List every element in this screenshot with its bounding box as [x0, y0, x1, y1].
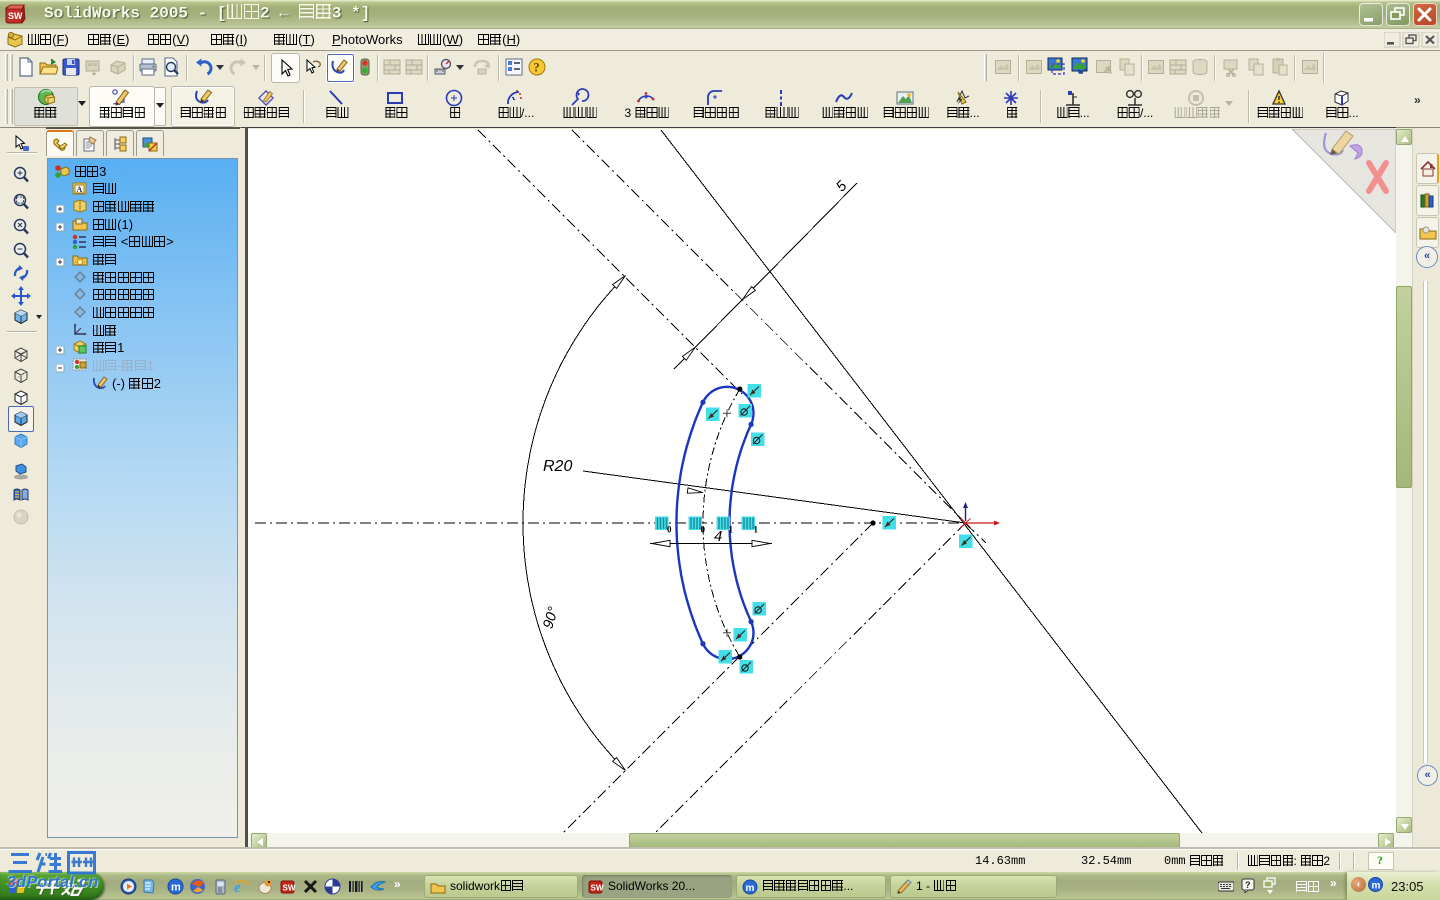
- svg-text:1: 1: [729, 525, 734, 535]
- svg-text:0: 0: [667, 525, 672, 535]
- svg-text:0: 0: [701, 525, 706, 535]
- svg-text:m: m: [746, 883, 755, 894]
- svg-text:?: ?: [1245, 880, 1251, 890]
- svg-text:4: 4: [714, 528, 722, 545]
- svg-text:90°: 90°: [540, 605, 562, 631]
- svg-text:m: m: [171, 882, 181, 894]
- svg-text:?: ?: [533, 60, 540, 75]
- svg-text:m: m: [1372, 881, 1381, 892]
- svg-text:A: A: [77, 185, 83, 194]
- svg-text:R20: R20: [543, 458, 572, 475]
- svg-text:1: 1: [754, 525, 759, 535]
- svg-text:SW: SW: [591, 884, 604, 893]
- svg-text:SW: SW: [8, 11, 23, 21]
- svg-text:SW: SW: [283, 884, 296, 893]
